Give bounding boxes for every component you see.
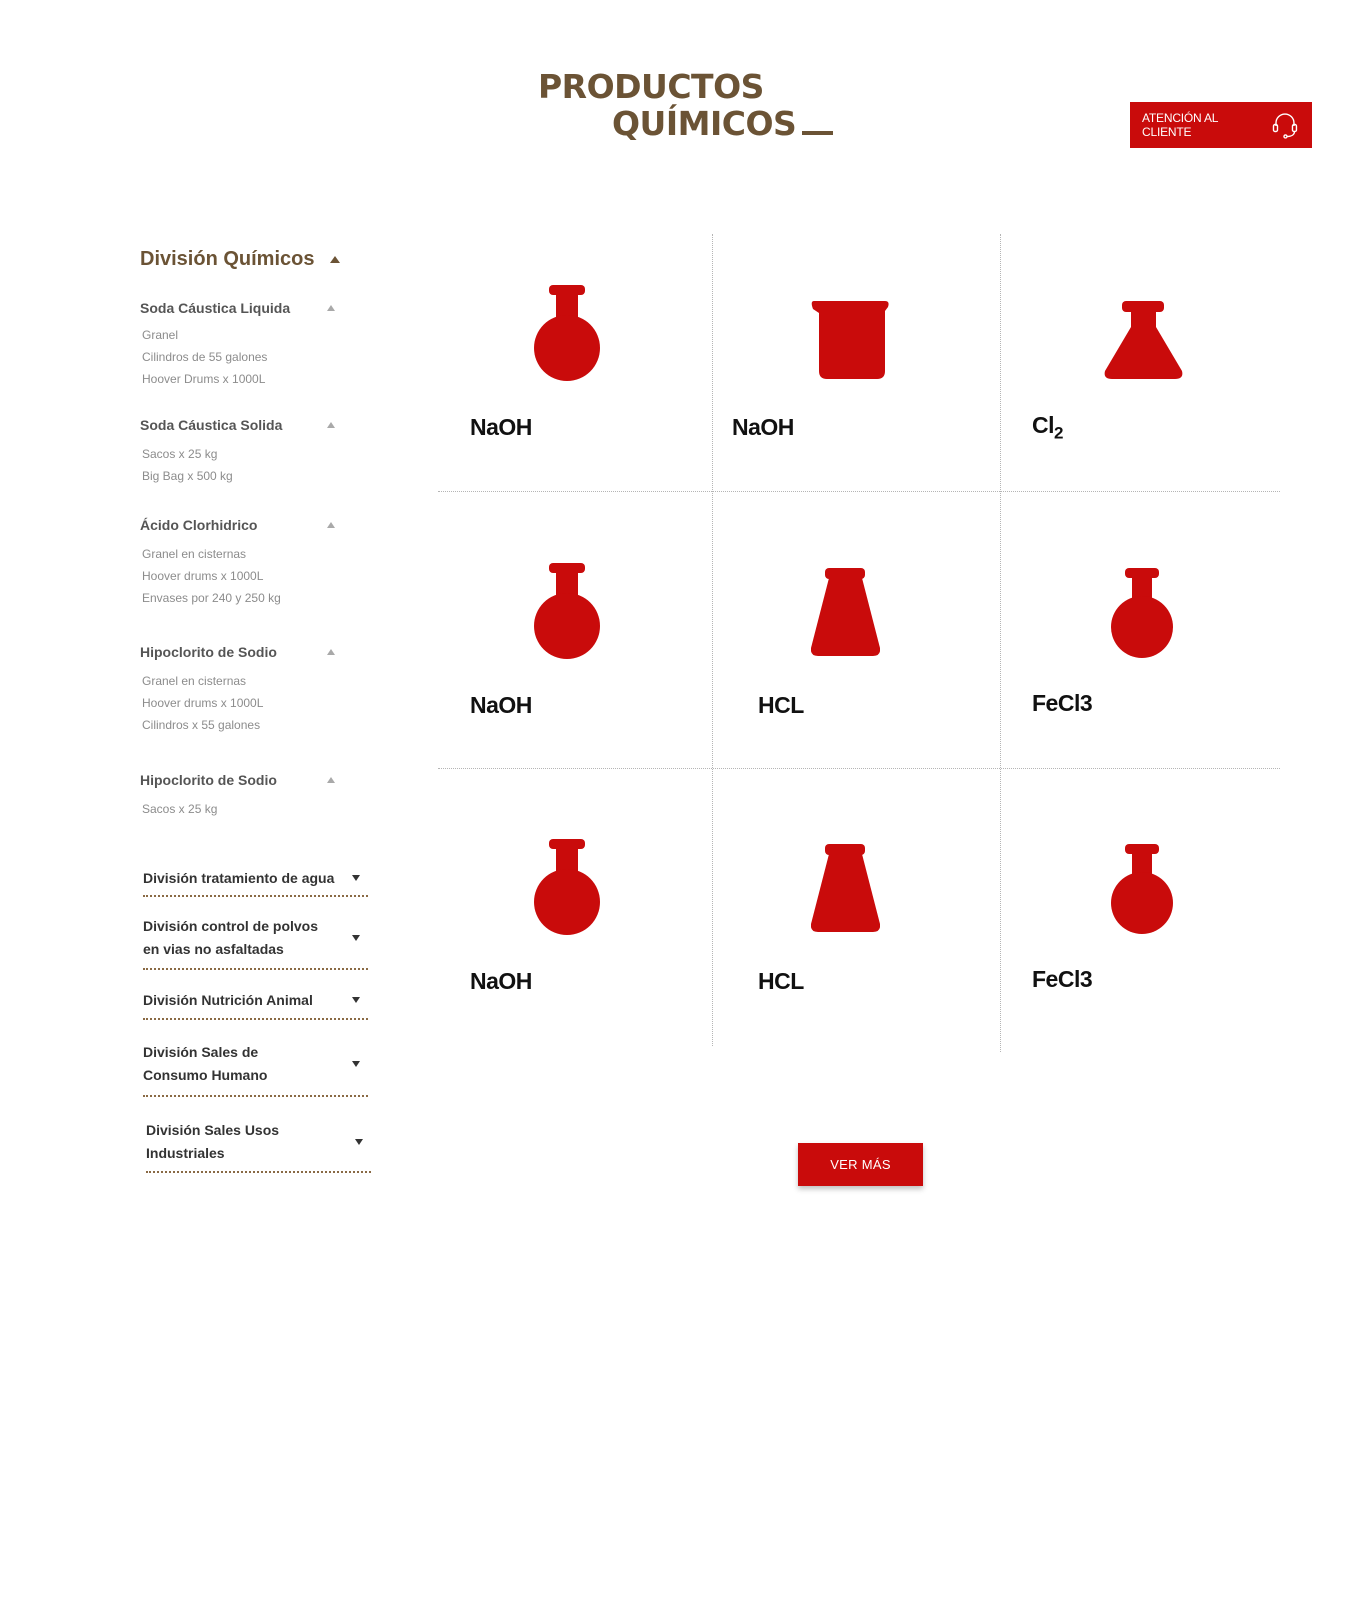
product-group-item[interactable]: Envases por 240 y 250 kg <box>142 587 335 609</box>
division-label: División Sales de Consumo Humano <box>143 1044 268 1083</box>
collapse-arrow-icon[interactable] <box>327 522 335 528</box>
collapse-arrow-icon[interactable] <box>327 422 335 428</box>
product-group: Hipoclorito de Sodio Granel en cisternas… <box>140 644 335 736</box>
product-group-header[interactable]: Hipoclorito de Sodio <box>140 772 335 788</box>
product-group-label: Soda Cáustica Liquida <box>140 300 291 316</box>
division-control-polvos[interactable]: División control de polvos en vias no as… <box>143 908 368 970</box>
product-group-header[interactable]: Soda Cáustica Liquida <box>140 300 335 316</box>
expand-arrow-icon[interactable] <box>352 997 360 1003</box>
erlenmeyer-flask-icon <box>1104 301 1183 379</box>
expand-arrow-icon[interactable] <box>355 1139 363 1145</box>
title-underscore <box>802 131 834 135</box>
product-group-item[interactable]: Cilindros de 55 galones <box>142 346 335 368</box>
division-sales-consumo-humano[interactable]: División Sales de Consumo Humano <box>143 1033 368 1097</box>
product-grid: NaOH NaOH Cl2 NaOH HCL FeCl3 NaOH HCL Fe… <box>438 234 1280 1054</box>
beaker-icon <box>811 301 889 379</box>
round-flask-icon <box>534 563 600 659</box>
ver-mas-button[interactable]: VER MÁS <box>798 1143 923 1186</box>
expand-arrow-icon[interactable] <box>352 875 360 881</box>
product-card[interactable]: NaOH <box>438 769 712 1049</box>
product-group-label: Hipoclorito de Sodio <box>140 644 277 660</box>
product-group-item[interactable]: Hoover Drums x 1000L <box>142 368 335 390</box>
product-formula: Cl2 <box>1032 412 1063 443</box>
product-formula: NaOH <box>470 692 532 718</box>
collapse-arrow-icon[interactable] <box>327 649 335 655</box>
product-group-item[interactable]: Sacos x 25 kg <box>142 443 335 465</box>
division-label: División tratamiento de agua <box>143 869 335 886</box>
conical-flask-icon <box>811 844 880 932</box>
round-flask-icon <box>534 839 600 935</box>
product-card[interactable]: Cl2 <box>1000 234 1280 491</box>
division-quimicos-title: División Químicos <box>140 248 315 270</box>
conical-flask-icon <box>811 568 880 656</box>
product-group: Hipoclorito de Sodio Sacos x 25 kg <box>140 772 335 820</box>
product-group-header[interactable]: Soda Cáustica Solida <box>140 417 335 433</box>
collapse-arrow-icon[interactable] <box>330 256 340 263</box>
product-card[interactable]: NaOH <box>438 234 712 491</box>
product-group-item[interactable]: Hoover drums x 1000L <box>142 692 335 714</box>
product-group-label: Hipoclorito de Sodio <box>140 772 277 788</box>
product-group: Soda Cáustica Solida Sacos x 25 kg Big B… <box>140 417 335 487</box>
product-card[interactable]: HCL <box>712 769 1000 1049</box>
division-label: División control de polvos en vias no as… <box>143 918 319 957</box>
product-formula: FeCl3 <box>1032 966 1093 992</box>
product-formula: FeCl3 <box>1032 690 1093 716</box>
product-card[interactable]: NaOH <box>712 234 1000 491</box>
division-sales-usos-industriales[interactable]: División Sales Usos Industriales <box>146 1113 371 1173</box>
round-flask-icon <box>1111 568 1173 658</box>
product-group-item[interactable]: Sacos x 25 kg <box>142 798 335 820</box>
product-group-label: Ácido Clorhidrico <box>140 517 258 533</box>
product-group-label: Soda Cáustica Solida <box>140 417 283 433</box>
product-formula: HCL <box>758 692 804 718</box>
product-group-header[interactable]: Ácido Clorhidrico <box>140 517 335 533</box>
product-group-item[interactable]: Hoover drums x 1000L <box>142 565 335 587</box>
product-formula: NaOH <box>732 414 794 440</box>
product-formula: HCL <box>758 968 804 994</box>
expand-arrow-icon[interactable] <box>352 935 360 941</box>
product-card[interactable]: FeCl3 <box>1000 492 1280 768</box>
division-label: División Sales Usos Industriales <box>146 1122 280 1161</box>
collapse-arrow-icon[interactable] <box>327 305 335 311</box>
product-card[interactable]: FeCl3 <box>1000 769 1280 1049</box>
division-nutricion-animal[interactable]: División Nutrición Animal <box>143 982 368 1020</box>
division-tratamiento-agua[interactable]: División tratamiento de agua <box>143 861 368 897</box>
page-title-line1: PRODUCTOS <box>538 67 764 106</box>
page-title: PRODUCTOS QUÍMICOS <box>538 67 834 143</box>
product-group-item[interactable]: Granel en cisternas <box>142 670 335 692</box>
round-flask-icon <box>1111 844 1173 934</box>
division-quimicos-header[interactable]: División Químicos <box>140 248 340 271</box>
product-formula: NaOH <box>470 414 532 440</box>
product-group-header[interactable]: Hipoclorito de Sodio <box>140 644 335 660</box>
expand-arrow-icon[interactable] <box>352 1061 360 1067</box>
customer-support-label: ATENCIÓN AL CLIENTE <box>1142 111 1218 139</box>
product-group-item[interactable]: Big Bag x 500 kg <box>142 465 335 487</box>
product-card[interactable]: HCL <box>712 492 1000 768</box>
round-flask-icon <box>534 285 600 381</box>
product-group-item[interactable]: Cilindros x 55 galones <box>142 714 335 736</box>
page-title-line2: QUÍMICOS <box>612 104 797 143</box>
headset-icon <box>1272 113 1298 139</box>
product-group-item[interactable]: Granel <box>142 324 335 346</box>
product-group: Ácido Clorhidrico Granel en cisternas Ho… <box>140 517 335 609</box>
division-label: División Nutrición Animal <box>143 991 313 1008</box>
product-group-item[interactable]: Granel en cisternas <box>142 543 335 565</box>
product-formula: NaOH <box>470 968 532 994</box>
product-group: Soda Cáustica Liquida Granel Cilindros d… <box>140 300 335 390</box>
customer-support-button[interactable]: ATENCIÓN AL CLIENTE <box>1130 102 1312 148</box>
product-card[interactable]: NaOH <box>438 492 712 768</box>
collapse-arrow-icon[interactable] <box>327 777 335 783</box>
